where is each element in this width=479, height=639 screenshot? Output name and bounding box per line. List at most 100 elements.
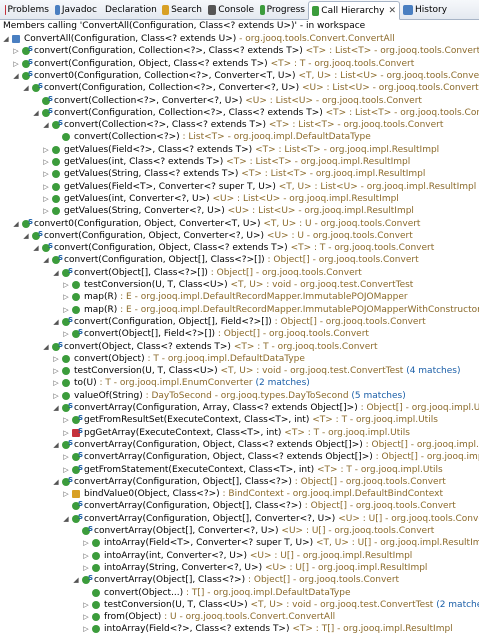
- tree-row[interactable]: ▷ getValues(int, Class<? extends T>) <T> …: [0, 156, 479, 168]
- expand-arrow-icon[interactable]: ▷: [82, 623, 90, 635]
- collapse-arrow-icon[interactable]: ◢: [52, 402, 60, 414]
- expand-arrow-icon[interactable]: ▷: [62, 291, 70, 303]
- tree-row[interactable]: ◢ Sconvert(Configuration, Object, Convert…: [0, 230, 479, 242]
- expand-arrow-icon[interactable]: ▷: [42, 144, 50, 156]
- tree-row[interactable]: convert(Collection<?>) : List<T> - org.j…: [0, 131, 479, 143]
- tree-row[interactable]: ◢ SconvertArray(Configuration, Object[], …: [0, 476, 479, 488]
- tree-row[interactable]: ◢ ConvertAll(Configuration, Class<? exten…: [0, 33, 479, 45]
- tree-row[interactable]: ▷ SgetFromStatement(ExecuteContext, Class…: [0, 464, 479, 476]
- tree-row[interactable]: ▷ map(R) : E - org.jooq.impl.DefaultRecor…: [0, 304, 479, 316]
- collapse-arrow-icon[interactable]: ◢: [52, 439, 60, 451]
- tab-console[interactable]: Console: [205, 1, 257, 18]
- collapse-arrow-icon[interactable]: ◢: [52, 316, 60, 328]
- collapse-arrow-icon[interactable]: ◢: [42, 254, 50, 266]
- expand-arrow-icon[interactable]: ▷: [82, 537, 90, 549]
- collapse-arrow-icon[interactable]: ◢: [72, 574, 80, 586]
- tab-search[interactable]: Search: [159, 1, 205, 18]
- expand-arrow-icon[interactable]: ▷: [52, 377, 60, 389]
- expand-arrow-icon[interactable]: ▷: [52, 353, 60, 365]
- tree-row[interactable]: ▷ SpgGetArray(ExecuteContext, Class<T>, i…: [0, 427, 479, 439]
- expand-arrow-icon[interactable]: ▷: [62, 488, 70, 500]
- collapse-arrow-icon[interactable]: ◢: [12, 218, 20, 230]
- tree-row[interactable]: ◢ Sconvert(Collection<?>, Class<? extends…: [0, 119, 479, 131]
- tree-row[interactable]: ▷ intoArray(Field<?>, Class<? extends T>)…: [0, 623, 479, 635]
- tree-row[interactable]: ▷ getValues(Field<?>, Class<? extends T>)…: [0, 144, 479, 156]
- tree-row[interactable]: ▷ getValues(Field<T>, Converter<? super T…: [0, 181, 479, 193]
- tree-row[interactable]: ◢ Sconvert(Object[], Class<?>[]) : Object…: [0, 267, 479, 279]
- expand-arrow-icon[interactable]: ▷: [82, 562, 90, 574]
- tree-row[interactable]: ◢ SconvertArray(Configuration, Array, Cla…: [0, 402, 479, 414]
- tree-row[interactable]: Sconvert(Collection<?>, Converter<?, U>)…: [0, 95, 479, 107]
- tab-declaration[interactable]: Declaration: [100, 1, 159, 18]
- tree-row[interactable]: ◢ Sconvert0(Configuration, Collection<?>,…: [0, 70, 479, 82]
- collapse-arrow-icon[interactable]: ◢: [22, 230, 30, 242]
- tree-row[interactable]: ▷ Sconvert(Configuration, Collection<?>, …: [0, 45, 479, 57]
- tree-row[interactable]: ▷ testConversion(U, T, Class<U>) <T, U> :…: [0, 365, 479, 377]
- expand-arrow-icon[interactable]: ▷: [82, 599, 90, 611]
- tree-row[interactable]: ▷ testConversion(U, T, Class<U>) <T, U> :…: [0, 599, 479, 611]
- expand-arrow-icon[interactable]: ▷: [82, 550, 90, 562]
- tree-row[interactable]: ▷ SconvertArray(Configuration, Object, Cl…: [0, 451, 479, 463]
- tree-row[interactable]: ◢ Sconvert(Configuration, Object[], Field…: [0, 316, 479, 328]
- call-hierarchy-tree[interactable]: ◢ ConvertAll(Configuration, Class<? exten…: [0, 33, 479, 639]
- tab-javadoc[interactable]: Javadoc: [52, 1, 100, 18]
- expand-arrow-icon[interactable]: ▷: [62, 279, 70, 291]
- expand-arrow-icon[interactable]: ▷: [42, 205, 50, 217]
- expand-arrow-icon[interactable]: ▷: [62, 328, 70, 340]
- tree-row[interactable]: ▷ intoArray(Field<T>, Converter<? super T…: [0, 537, 479, 549]
- expand-arrow-icon[interactable]: ▷: [12, 45, 20, 57]
- tree-row[interactable]: ◢ Sconvert(Object, Class<? extends T>) <T…: [0, 341, 479, 353]
- tab-call-hierarchy[interactable]: Call Hierarchy ✕: [308, 1, 400, 20]
- expand-arrow-icon[interactable]: ▷: [42, 193, 50, 205]
- tree-row[interactable]: SconvertArray(Configuration, Object[], C…: [0, 500, 479, 512]
- tab-problems[interactable]: Problems: [2, 1, 52, 18]
- tree-row[interactable]: ▷ Sconvert(Object[], Field<?>[]) : Object…: [0, 328, 479, 340]
- expand-arrow-icon[interactable]: ▷: [62, 464, 70, 476]
- tree-row[interactable]: ▷ bindValue0(Object, Class<?>) : BindCont…: [0, 488, 479, 500]
- collapse-arrow-icon[interactable]: ◢: [52, 267, 60, 279]
- tree-row[interactable]: ▷ intoArray(String, Converter<?, U>) <U> …: [0, 562, 479, 574]
- tree-row[interactable]: ▷ intoArray(int, Converter<?, U>) <U> : U…: [0, 550, 479, 562]
- tree-row[interactable]: ◢ Sconvert0(Configuration, Object, Conver…: [0, 218, 479, 230]
- tab-progress[interactable]: Progress: [257, 1, 308, 18]
- tree-row[interactable]: ▷ convert(Object) : T - org.jooq.impl.Def…: [0, 353, 479, 365]
- tree-row[interactable]: ▷ map(R) : E - org.jooq.impl.DefaultRecor…: [0, 291, 479, 303]
- expand-arrow-icon[interactable]: ▷: [42, 156, 50, 168]
- collapse-arrow-icon[interactable]: ◢: [2, 33, 10, 45]
- tree-row[interactable]: ◢ SconvertArray(Object[], Class<?>) : Obj…: [0, 574, 479, 586]
- collapse-arrow-icon[interactable]: ◢: [32, 242, 40, 254]
- collapse-arrow-icon[interactable]: ◢: [12, 70, 20, 82]
- close-icon[interactable]: ✕: [388, 6, 396, 16]
- tree-row[interactable]: ◢ Sconvert(Configuration, Collection<?>, …: [0, 82, 479, 94]
- tree-row[interactable]: ◢ SconvertArray(Configuration, Object[], …: [0, 513, 479, 525]
- tree-row[interactable]: convert(Object...) : T[] - org.jooq.impl…: [0, 587, 479, 599]
- expand-arrow-icon[interactable]: ▷: [12, 58, 20, 70]
- expand-arrow-icon[interactable]: ▷: [42, 168, 50, 180]
- tree-row[interactable]: ◢ Sconvert(Configuration, Object, Class<?…: [0, 242, 479, 254]
- expand-arrow-icon[interactable]: ▷: [52, 365, 60, 377]
- tree-row[interactable]: ▷ from(Object) : U - org.jooq.tools.Conve…: [0, 611, 479, 623]
- tree-row[interactable]: ▷ testConversion(U, T, Class<U>) <T, U> :…: [0, 279, 479, 291]
- tree-row[interactable]: ◢ Sconvert(Configuration, Collection<?>, …: [0, 107, 479, 119]
- tree-row[interactable]: ▷ SgetFromResultSet(ExecuteContext, Class…: [0, 414, 479, 426]
- tree-row[interactable]: ▷ getValues(String, Converter<?, U>) <U> …: [0, 205, 479, 217]
- expand-arrow-icon[interactable]: ▷: [62, 451, 70, 463]
- collapse-arrow-icon[interactable]: ◢: [42, 119, 50, 131]
- expand-arrow-icon[interactable]: ▷: [62, 414, 70, 426]
- tree-row[interactable]: ◢ SconvertArray(Configuration, Object, Cl…: [0, 439, 479, 451]
- expand-arrow-icon[interactable]: ▷: [42, 181, 50, 193]
- tree-row[interactable]: ▷ to(U) : T - org.jooq.impl.EnumConverter…: [0, 377, 479, 389]
- tree-row[interactable]: SconvertArray(Object[], Converter<?, U>)…: [0, 525, 479, 537]
- expand-arrow-icon[interactable]: ▷: [52, 390, 60, 402]
- expand-arrow-icon[interactable]: ▷: [82, 611, 90, 623]
- expand-arrow-icon[interactable]: ▷: [62, 427, 70, 439]
- expand-arrow-icon[interactable]: ▷: [62, 304, 70, 316]
- collapse-arrow-icon[interactable]: ◢: [52, 476, 60, 488]
- collapse-arrow-icon[interactable]: ◢: [62, 513, 70, 525]
- collapse-arrow-icon[interactable]: ◢: [32, 107, 40, 119]
- tree-row[interactable]: ▷ getValues(String, Class<? extends T>) <…: [0, 168, 479, 180]
- tree-row[interactable]: ◢ Sconvert(Configuration, Object[], Class…: [0, 254, 479, 266]
- tree-row[interactable]: ▷ valueOf(String) : DayToSecond - org.joo…: [0, 390, 479, 402]
- collapse-arrow-icon[interactable]: ◢: [22, 82, 30, 94]
- collapse-arrow-icon[interactable]: ◢: [42, 341, 50, 353]
